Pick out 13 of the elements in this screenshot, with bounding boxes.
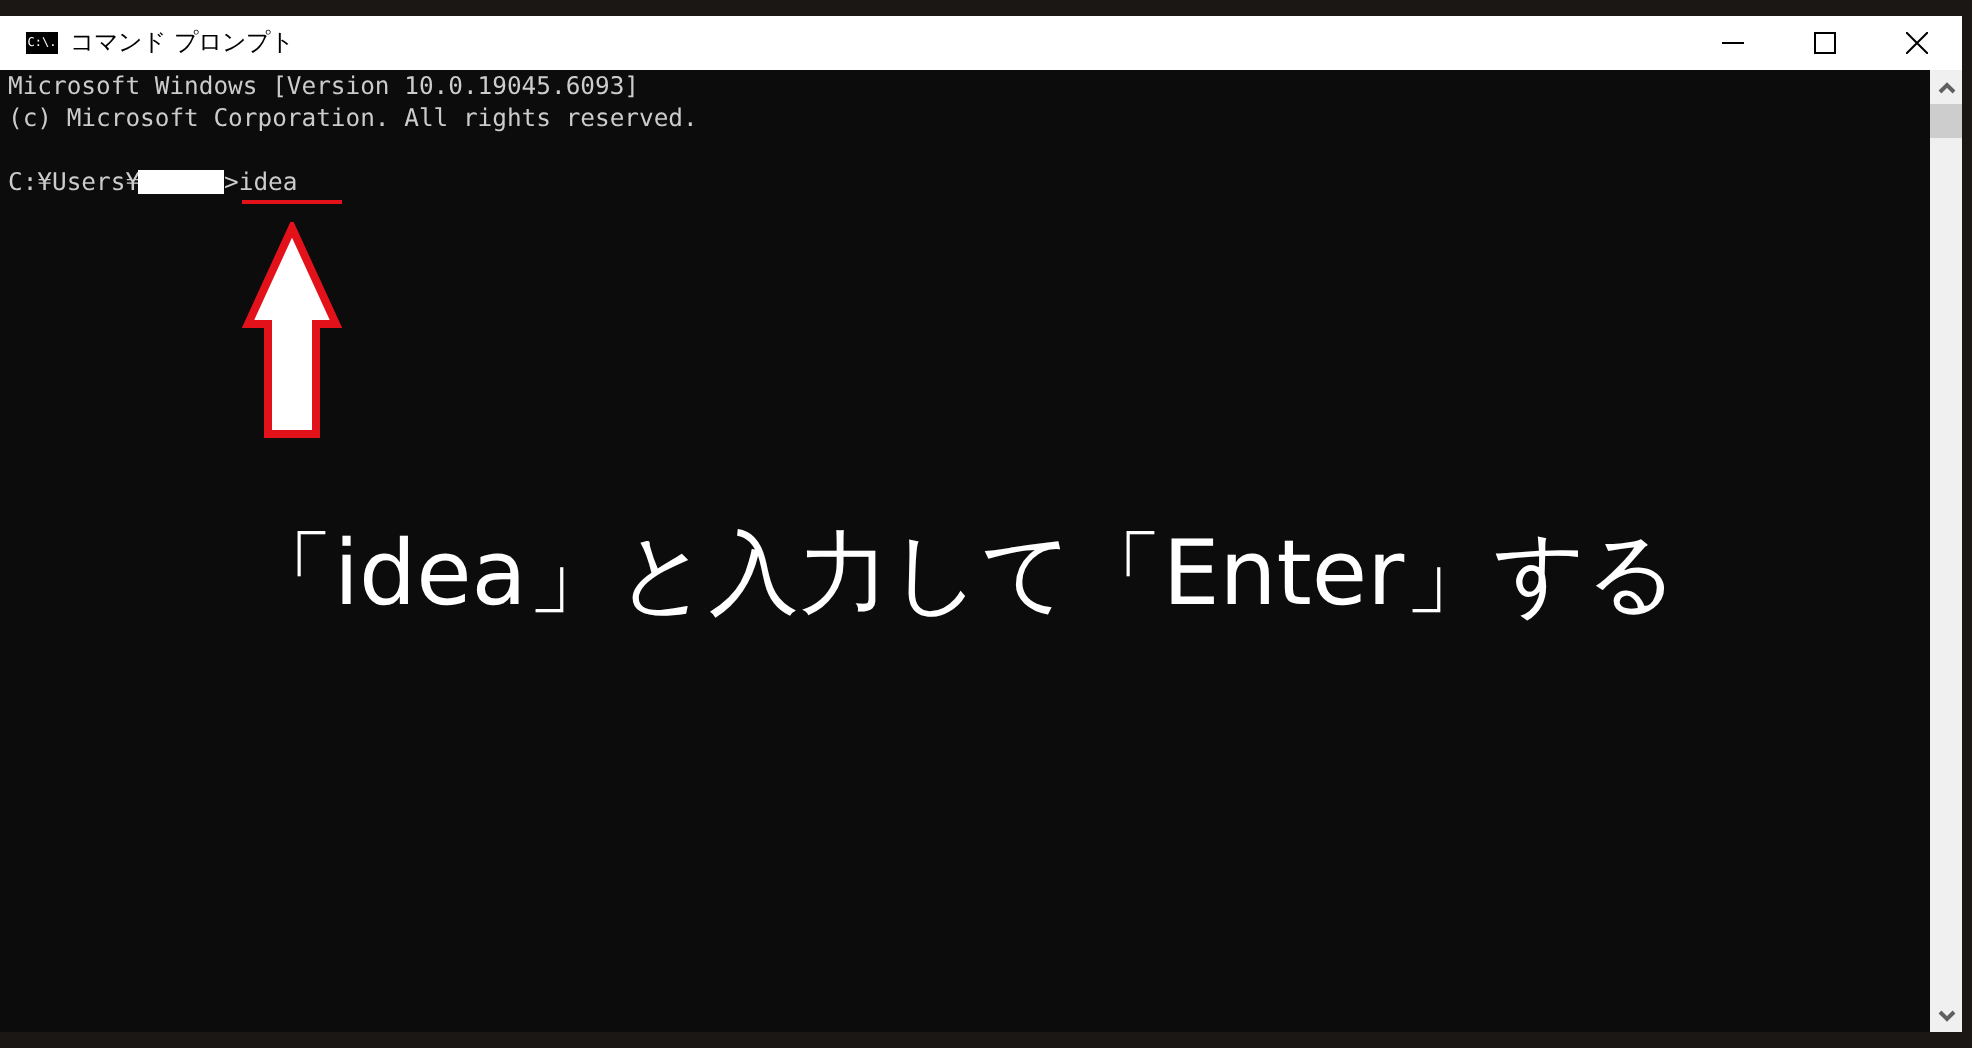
console-line: Microsoft Windows [Version 10.0.19045.6093]: [8, 70, 642, 102]
window-title: コマンド プロンプト: [70, 26, 296, 60]
prompt-path: C:¥Users¥: [8, 166, 141, 198]
scrollbar[interactable]: [1930, 70, 1962, 1032]
up-arrow-icon: [242, 222, 342, 442]
console-line: (c) Microsoft Corporation. All rights reserved.: [8, 102, 700, 134]
underline-mark: [242, 200, 342, 204]
scroll-thumb[interactable]: [1930, 104, 1962, 138]
annotation-text: 「idea」と入力して「Enter」する: [244, 518, 1679, 630]
typed-command: >idea: [224, 166, 298, 198]
maximize-icon: [1813, 32, 1835, 54]
close-icon: [1905, 32, 1927, 54]
redaction-block: [138, 170, 225, 194]
